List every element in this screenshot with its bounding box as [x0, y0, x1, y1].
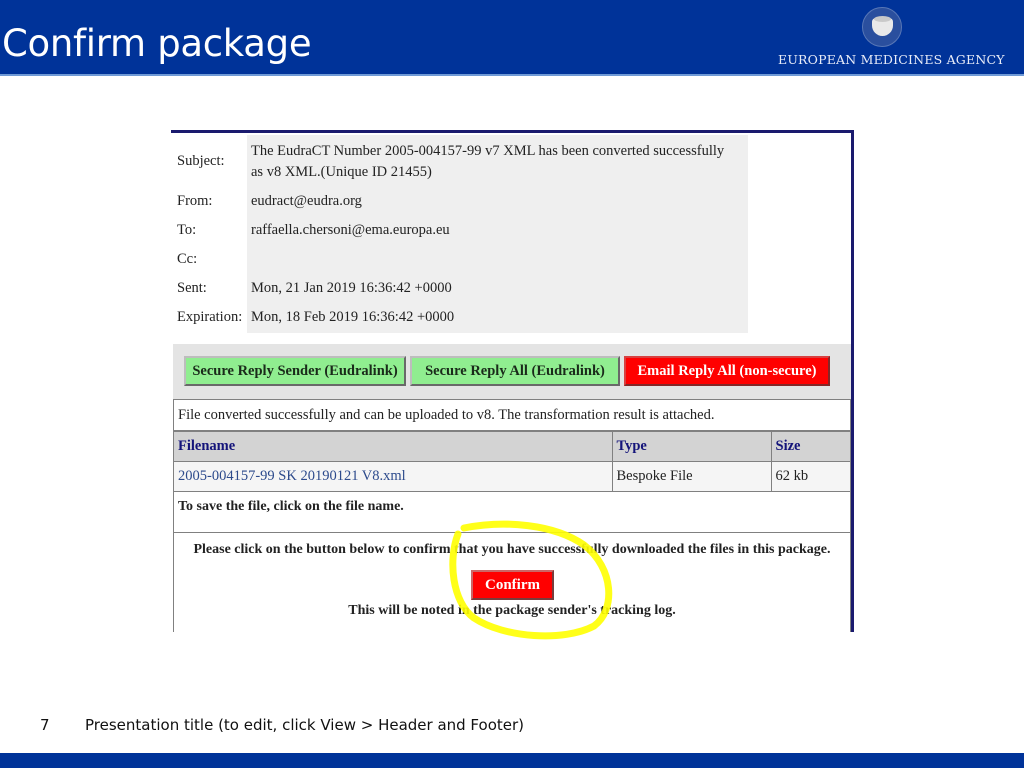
files-table-header: Filename Type Size — [174, 431, 850, 462]
file-size-cell: 62 kb — [770, 461, 850, 492]
subject-value-line2: as v8 XML.(Unique ID 21455) — [251, 164, 432, 180]
files-table: Filename Type Size 2005-004157-99 SK 201… — [174, 431, 850, 492]
logo-text: EUROPEAN MEDICINES AGENCY — [778, 52, 1005, 67]
slide-title: Confirm package — [2, 22, 312, 65]
reply-actions-bar: Secure Reply Sender (Eudralink) Secure R… — [173, 344, 851, 399]
tracking-note: This will be noted in the package sender… — [348, 603, 676, 618]
subject-label: Subject: — [177, 153, 225, 169]
ema-logo: EUROPEAN MEDICINES AGENCY — [778, 6, 1005, 70]
column-filename: Filename — [174, 431, 613, 462]
slide-header: Confirm package EUROPEAN MEDICINES AGENC… — [0, 0, 1024, 75]
to-label: To: — [177, 222, 197, 238]
expiration-label: Expiration: — [177, 309, 243, 325]
expiration-value: Mon, 18 Feb 2019 16:36:42 +0000 — [251, 309, 455, 325]
column-type: Type — [611, 431, 772, 462]
footer-bar — [0, 753, 1024, 768]
confirm-section: Please click on the button below to conf… — [174, 533, 850, 632]
file-name-cell: 2005-004157-99 SK 20190121 V8.xml — [174, 461, 613, 492]
secure-reply-all-button[interactable]: Secure Reply All (Eudralink) — [410, 356, 620, 386]
subject-value-line1: The EudraCT Number 2005-004157-99 v7 XML… — [251, 143, 725, 159]
page-number: 7 — [40, 716, 50, 734]
package-panel: File converted successfully and can be u… — [173, 399, 851, 632]
from-label: From: — [177, 193, 213, 209]
sent-label: Sent: — [177, 280, 207, 296]
cc-label: Cc: — [177, 251, 198, 267]
table-row: 2005-004157-99 SK 20190121 V8.xml Bespok… — [174, 461, 850, 492]
secure-reply-sender-button[interactable]: Secure Reply Sender (Eudralink) — [184, 356, 406, 386]
confirm-button[interactable]: Confirm — [471, 570, 554, 600]
eudralink-screenshot: Subject: The EudraCT Number 2005-004157-… — [171, 130, 854, 632]
email-metadata: Subject: The EudraCT Number 2005-004157-… — [171, 135, 748, 333]
footer-text: Presentation title (to edit, click View … — [85, 716, 525, 734]
file-download-link[interactable]: 2005-004157-99 SK 20190121 V8.xml — [178, 468, 406, 484]
confirm-instruction: Please click on the button below to conf… — [193, 542, 831, 557]
column-size: Size — [770, 431, 850, 462]
sent-value: Mon, 21 Jan 2019 16:36:42 +0000 — [251, 280, 452, 296]
header-divider — [0, 74, 1024, 76]
file-type-cell: Bespoke File — [611, 461, 772, 492]
from-value: eudract@eudra.org — [251, 193, 362, 209]
ema-emblem-icon — [862, 7, 902, 47]
save-hint: To save the file, click on the file name… — [174, 492, 850, 533]
conversion-notice: File converted successfully and can be u… — [174, 400, 850, 431]
email-reply-all-button[interactable]: Email Reply All (non-secure) — [624, 356, 830, 386]
to-value: raffaella.chersoni@ema.europa.eu — [251, 222, 450, 238]
